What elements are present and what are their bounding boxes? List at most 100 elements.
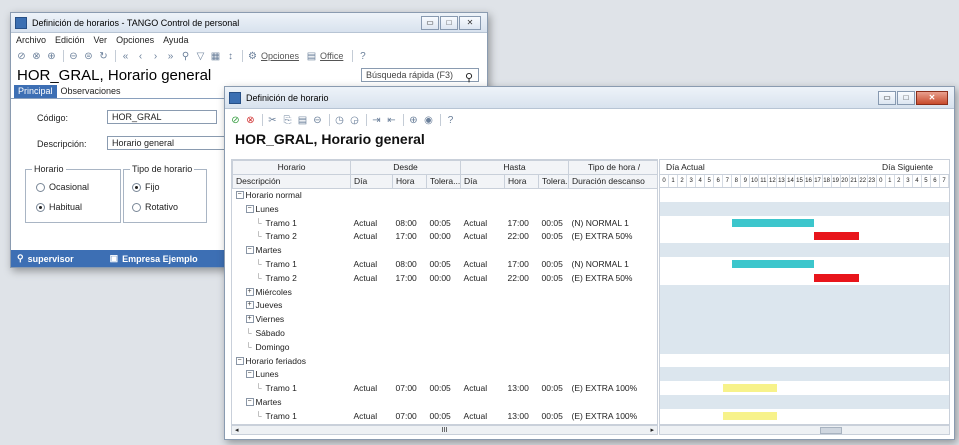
radio-habitual[interactable]: Habitual: [36, 202, 82, 212]
gantt-bar-normal[interactable]: [732, 218, 814, 227]
table-cell[interactable]: 00:00: [427, 229, 461, 243]
column-duracion-descanso[interactable]: Duración descanso: [568, 173, 657, 189]
copy-icon[interactable]: ⊜: [82, 50, 95, 63]
table-cell[interactable]: [539, 298, 569, 312]
table-cell[interactable]: [427, 312, 461, 326]
table-row[interactable]: − Martes: [233, 243, 658, 257]
table-cell[interactable]: [569, 312, 657, 326]
codigo-input[interactable]: HOR_GRAL: [107, 110, 217, 124]
table-row[interactable]: − Horario normal: [233, 188, 658, 202]
table-cell[interactable]: 07:00: [393, 409, 427, 423]
column-hasta-hora[interactable]: Hora: [504, 173, 540, 189]
gantt-scroll-thumb[interactable]: [820, 427, 842, 434]
table-row[interactable]: └ Tramo 2 Actual 17:00 00:00 Actual 22:00 00:05…: [233, 229, 658, 243]
table-cell[interactable]: [505, 202, 539, 216]
table-cell[interactable]: 17:00: [393, 229, 427, 243]
table-cell[interactable]: 17:00: [505, 257, 539, 271]
table-cell[interactable]: 00:00: [427, 271, 461, 285]
table-cell[interactable]: [393, 354, 427, 368]
menu-edicion[interactable]: Edición: [55, 35, 85, 45]
table-cell[interactable]: [539, 202, 569, 216]
tree-cell[interactable]: + Miércoles: [233, 285, 351, 299]
schedule-close-button[interactable]: ✕: [916, 90, 948, 105]
add-icon[interactable]: ⊕: [407, 114, 420, 127]
table-cell[interactable]: 08:00: [393, 257, 427, 271]
gantt-bar-extra100[interactable]: [723, 384, 778, 393]
table-cell[interactable]: 00:05: [539, 257, 569, 271]
table-cell[interactable]: Actual: [461, 409, 505, 423]
table-cell[interactable]: [569, 285, 657, 299]
table-row[interactable]: − Martes: [233, 395, 658, 409]
table-cell[interactable]: [505, 340, 539, 354]
table-cell[interactable]: [427, 243, 461, 257]
scroll-left-icon[interactable]: ◂: [235, 426, 239, 434]
table-cell[interactable]: [427, 367, 461, 381]
schedule-maximize-button[interactable]: □: [897, 90, 915, 105]
collapse-icon[interactable]: −: [245, 370, 254, 379]
table-cell[interactable]: 22:00: [505, 271, 539, 285]
tree-cell[interactable]: └ Tramo 2: [233, 229, 351, 243]
gantt-bar-extra100[interactable]: [723, 411, 778, 420]
table-cell[interactable]: 13:00: [505, 409, 539, 423]
table-cell[interactable]: [505, 326, 539, 340]
accept-icon[interactable]: ⊘: [15, 50, 28, 63]
office-dropdown[interactable]: Office: [320, 51, 343, 61]
table-cell[interactable]: [393, 395, 427, 409]
table-cell[interactable]: [427, 298, 461, 312]
table-cell[interactable]: 07:00: [393, 381, 427, 395]
tree-cell[interactable]: − Lunes: [233, 367, 351, 381]
table-cell[interactable]: Actual: [461, 381, 505, 395]
table-cell[interactable]: [393, 243, 427, 257]
table-cell[interactable]: [569, 340, 657, 354]
table-cell[interactable]: 17:00: [505, 216, 539, 230]
table-cell[interactable]: Actual: [461, 216, 505, 230]
table-cell[interactable]: 00:05: [539, 271, 569, 285]
maximize-button[interactable]: □: [440, 15, 458, 30]
tree-cell[interactable]: └ Sábado: [233, 326, 351, 340]
help-icon[interactable]: ?: [356, 50, 369, 63]
table-cell[interactable]: 00:05: [427, 216, 461, 230]
sort-icon[interactable]: ↕: [224, 50, 237, 63]
tree-cell[interactable]: └ Tramo 2: [233, 271, 351, 285]
table-cell[interactable]: 08:00: [393, 216, 427, 230]
table-cell[interactable]: [427, 285, 461, 299]
table-cell[interactable]: [569, 326, 657, 340]
table-cell[interactable]: 00:05: [539, 409, 569, 423]
table-cell[interactable]: (E) EXTRA 50%: [569, 271, 657, 285]
collapse-icon[interactable]: −: [235, 191, 244, 200]
radio-ocasional[interactable]: Ocasional: [36, 182, 89, 192]
table-cell[interactable]: [461, 298, 505, 312]
menu-ver[interactable]: Ver: [94, 35, 108, 45]
table-cell[interactable]: 00:05: [539, 229, 569, 243]
table-cell[interactable]: (N) NORMAL 1: [569, 216, 657, 230]
camera-icon[interactable]: ◉: [422, 114, 435, 127]
grid-icon[interactable]: ▦: [209, 50, 222, 63]
table-cell[interactable]: Actual: [461, 257, 505, 271]
delete-icon[interactable]: ⊖: [67, 50, 80, 63]
table-cell[interactable]: [505, 285, 539, 299]
cancel-icon[interactable]: ⊗: [244, 114, 257, 127]
table-cell[interactable]: [393, 326, 427, 340]
table-cell[interactable]: 13:00: [505, 381, 539, 395]
table-cell[interactable]: (E) EXTRA 50%: [569, 229, 657, 243]
table-row[interactable]: + Miércoles: [233, 285, 658, 299]
schedule-window-titlebar[interactable]: Definición de horario ▭ □ ✕: [225, 87, 954, 109]
search-icon[interactable]: ⚲: [179, 50, 192, 63]
table-cell[interactable]: [505, 367, 539, 381]
descripcion-input[interactable]: Horario general: [107, 136, 227, 150]
radio-rotativo[interactable]: Rotativo: [132, 202, 178, 212]
tree-cell[interactable]: + Viernes: [233, 312, 351, 326]
table-cell[interactable]: [351, 188, 393, 202]
table-cell[interactable]: [539, 188, 569, 202]
table-row[interactable]: └ Domingo: [233, 340, 658, 354]
gantt-bar-normal[interactable]: [732, 260, 814, 268]
table-cell[interactable]: [461, 312, 505, 326]
table-cell[interactable]: [461, 188, 505, 202]
expand-icon[interactable]: +: [245, 301, 254, 310]
table-row[interactable]: + Viernes: [233, 312, 658, 326]
table-cell[interactable]: [427, 202, 461, 216]
table-cell[interactable]: [539, 340, 569, 354]
table-cell[interactable]: Actual: [351, 229, 393, 243]
next-icon[interactable]: ›: [149, 50, 162, 63]
expand-icon[interactable]: +: [245, 315, 254, 324]
